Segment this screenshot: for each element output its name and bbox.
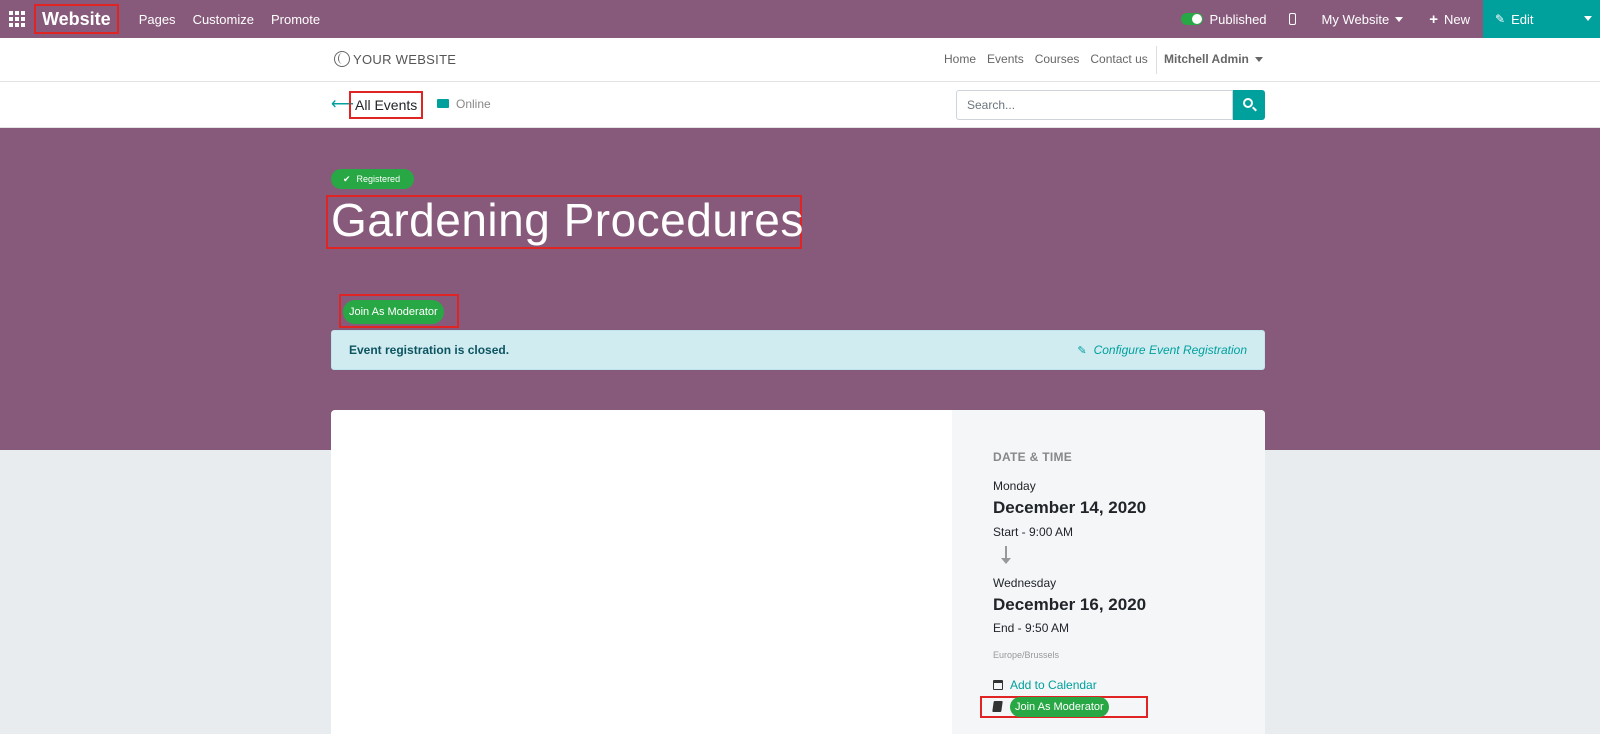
menu-customize[interactable]: Customize — [193, 12, 254, 27]
join-as-moderator-button[interactable]: Join As Moderator — [343, 300, 444, 324]
pencil-icon: ✎ — [1495, 12, 1506, 26]
nav-divider — [1156, 46, 1157, 74]
arrow-down-icon — [1001, 546, 1011, 564]
chevron-down-icon — [1395, 16, 1404, 22]
plus-icon: + — [1429, 10, 1438, 28]
search-icon — [1243, 98, 1253, 108]
timezone: Europe/Brussels — [993, 650, 1060, 660]
edit-button[interactable]: ✎ Edit — [1483, 0, 1600, 38]
menu-pages[interactable]: Pages — [139, 12, 176, 27]
badge-label: Registered — [356, 174, 401, 184]
published-toggle[interactable] — [1181, 13, 1204, 25]
nav-contact-us[interactable]: Contact us — [1090, 52, 1147, 66]
published-label[interactable]: Published — [1209, 12, 1266, 27]
site-logo[interactable]: YOUR WEBSITE — [334, 51, 456, 67]
chevron-down-icon — [1254, 56, 1263, 62]
admin-menu: Pages Customize Promote — [139, 12, 337, 27]
apps-menu-icon[interactable] — [0, 0, 34, 38]
alert-text: Event registration is closed. — [349, 343, 510, 357]
all-events-link[interactable]: All Events — [349, 91, 424, 119]
end-time: End - 9:50 AM — [993, 621, 1070, 635]
new-label: New — [1443, 11, 1470, 27]
start-day: Monday — [993, 479, 1036, 493]
registered-badge: ✔ Registered — [331, 169, 415, 189]
edit-dropdown-toggle[interactable] — [1584, 16, 1592, 21]
nav-events[interactable]: Events — [987, 52, 1024, 66]
user-menu[interactable]: Mitchell Admin — [1164, 52, 1263, 66]
start-time: Start - 9:00 AM — [993, 525, 1074, 539]
site-nav-links: Home Events Courses Contact us — [944, 52, 1159, 66]
calendar-icon — [993, 680, 1003, 690]
end-date: December 16, 2020 — [993, 595, 1147, 614]
app-brand[interactable]: Website — [34, 4, 119, 34]
logo-text: YOUR WEBSITE — [353, 51, 457, 67]
my-website-label: My Website — [1321, 11, 1390, 27]
admin-top-bar: Website Pages Customize Promote Publishe… — [0, 0, 1600, 38]
event-title: Gardening Procedures — [331, 194, 804, 246]
menu-promote[interactable]: Promote — [271, 12, 320, 27]
configure-registration-link[interactable]: ✎ Configure Event Registration — [1077, 343, 1247, 357]
admin-actions: Published My Website + New ✎ Edit — [1181, 0, 1600, 38]
new-button[interactable]: + New — [1429, 11, 1470, 28]
search-input[interactable]: Search... — [956, 90, 1233, 120]
event-hero — [0, 128, 1600, 450]
mobile-preview-icon[interactable] — [1288, 13, 1296, 25]
date-time-panel: DATE & TIME Monday December 14, 2020 Sta… — [952, 410, 1265, 734]
event-card: DATE & TIME Monday December 14, 2020 Sta… — [331, 410, 1265, 734]
join-as-moderator-button-2[interactable]: Join As Moderator — [1010, 697, 1109, 717]
start-date: December 14, 2020 — [993, 498, 1147, 517]
folder-icon — [437, 99, 449, 108]
check-icon: ✔ — [343, 173, 351, 184]
end-day: Wednesday — [993, 576, 1057, 590]
my-website-dropdown[interactable]: My Website — [1322, 12, 1404, 27]
search-button[interactable] — [1233, 90, 1265, 120]
add-to-calendar-link[interactable]: Add to Calendar — [1010, 678, 1097, 692]
category-online[interactable]: Online — [456, 97, 491, 111]
registration-alert: Event registration is closed. ✎ Configur… — [331, 330, 1265, 370]
user-name: Mitchell Admin — [1164, 52, 1249, 66]
nav-courses[interactable]: Courses — [1035, 52, 1080, 66]
configure-label: Configure Event Registration — [1093, 343, 1247, 357]
pencil-icon: ✎ — [1077, 344, 1087, 357]
website-navbar: YOUR WEBSITE Home Events Courses Contact… — [0, 38, 1600, 82]
book-icon — [992, 701, 1003, 712]
globe-icon — [334, 51, 350, 67]
edit-label: Edit — [1511, 11, 1534, 27]
nav-home[interactable]: Home — [944, 52, 976, 66]
date-time-heading: DATE & TIME — [993, 450, 1073, 464]
events-subnav: ⟵ All Events Online Search... — [0, 82, 1600, 128]
